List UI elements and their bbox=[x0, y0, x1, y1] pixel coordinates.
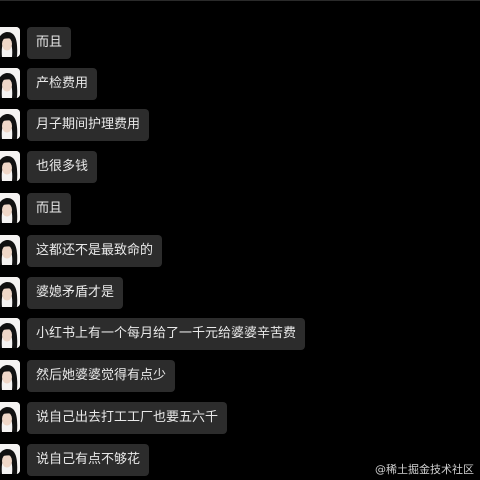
chat-message-list[interactable]: 而且 产检费用 月子期间护理费用 也很多钱 而且 这都还不是最致命的 婆媳矛盾才… bbox=[0, 0, 480, 480]
woman-portrait-icon bbox=[0, 193, 20, 223]
message-row: 婆媳矛盾才是 bbox=[0, 277, 480, 311]
message-row: 说自己出去打工工厂也要五六千 bbox=[0, 402, 480, 436]
woman-portrait-icon bbox=[0, 27, 20, 57]
sender-avatar[interactable] bbox=[0, 109, 20, 139]
sender-avatar[interactable] bbox=[0, 235, 20, 265]
message-bubble[interactable]: 婆媳矛盾才是 bbox=[27, 277, 124, 309]
sender-avatar[interactable] bbox=[0, 444, 20, 474]
woman-portrait-icon bbox=[0, 360, 20, 390]
message-row: 也很多钱 bbox=[0, 151, 480, 185]
message-row: 而且 bbox=[0, 193, 480, 227]
message-bubble[interactable]: 这都还不是最致命的 bbox=[27, 235, 163, 267]
message-row: 而且 bbox=[0, 27, 480, 61]
sender-avatar[interactable] bbox=[0, 318, 20, 348]
sender-avatar[interactable] bbox=[0, 277, 20, 307]
sender-avatar[interactable] bbox=[0, 193, 20, 223]
woman-portrait-icon bbox=[0, 68, 20, 98]
woman-portrait-icon bbox=[0, 109, 20, 139]
message-bubble[interactable]: 月子期间护理费用 bbox=[27, 109, 150, 141]
sender-avatar[interactable] bbox=[0, 151, 20, 181]
woman-portrait-icon bbox=[0, 318, 20, 348]
woman-portrait-icon bbox=[0, 151, 20, 181]
message-bubble[interactable]: 而且 bbox=[27, 27, 72, 59]
message-row: 月子期间护理费用 bbox=[0, 109, 480, 143]
sender-avatar[interactable] bbox=[0, 27, 20, 57]
message-row: 产检费用 bbox=[0, 68, 480, 102]
message-bubble[interactable]: 然后她婆婆觉得有点少 bbox=[27, 360, 176, 392]
woman-portrait-icon bbox=[0, 235, 20, 265]
message-bubble[interactable]: 也很多钱 bbox=[27, 151, 98, 183]
watermark: @稀土掘金技术社区 bbox=[375, 463, 474, 476]
woman-portrait-icon bbox=[0, 277, 20, 307]
message-bubble[interactable]: 说自己出去打工工厂也要五六千 bbox=[27, 402, 228, 434]
message-row: 然后她婆婆觉得有点少 bbox=[0, 360, 480, 394]
sender-avatar[interactable] bbox=[0, 360, 20, 390]
woman-portrait-icon bbox=[0, 402, 20, 432]
message-bubble[interactable]: 小红书上有一个每月给了一千元给婆婆辛苦费 bbox=[27, 318, 306, 350]
message-row: 小红书上有一个每月给了一千元给婆婆辛苦费 bbox=[0, 318, 480, 352]
sender-avatar[interactable] bbox=[0, 402, 20, 432]
sender-avatar[interactable] bbox=[0, 68, 20, 98]
message-row: 这都还不是最致命的 bbox=[0, 235, 480, 269]
message-bubble[interactable]: 产检费用 bbox=[27, 68, 98, 100]
woman-portrait-icon bbox=[0, 444, 20, 474]
message-bubble[interactable]: 而且 bbox=[27, 193, 72, 225]
message-bubble[interactable]: 说自己有点不够花 bbox=[27, 444, 150, 476]
